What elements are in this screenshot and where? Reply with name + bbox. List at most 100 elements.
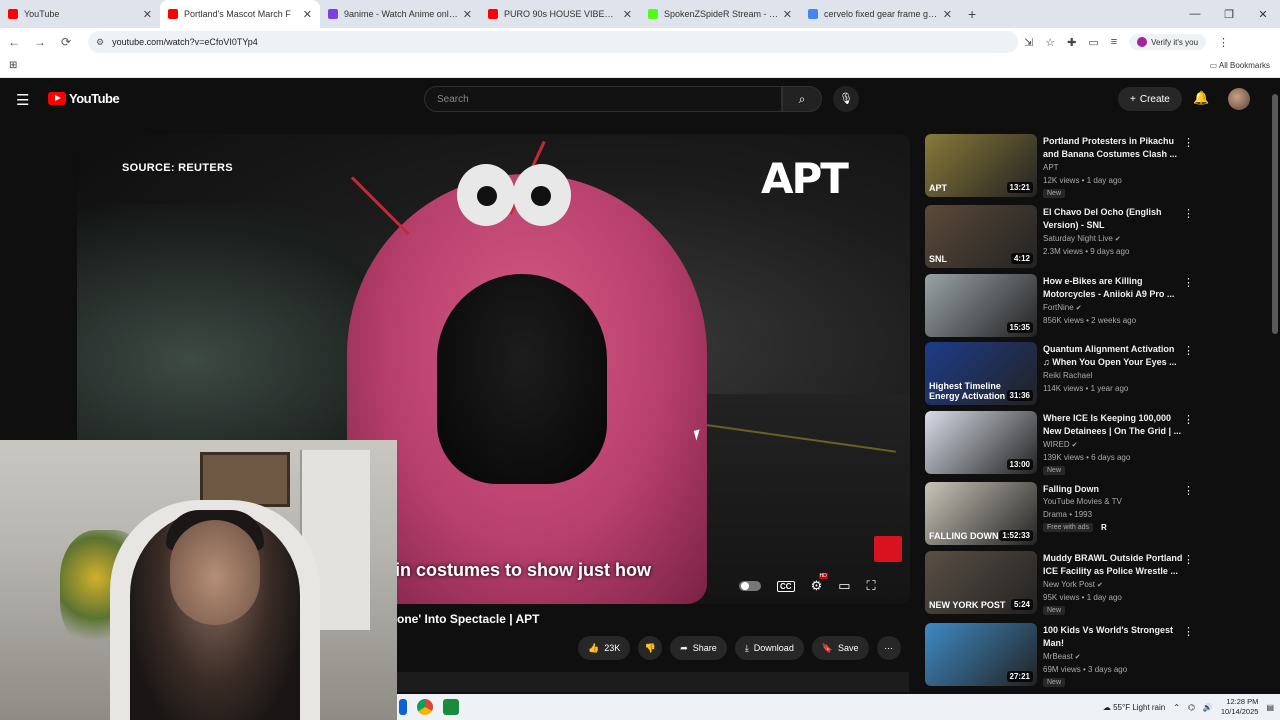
recommended-video-title[interactable]: Portland Protesters in Pikachu and Banan… [1043,135,1183,161]
page-scrollbar[interactable] [1270,80,1280,694]
more-options-icon[interactable]: ⋮ [1183,553,1194,566]
back-icon[interactable]: ← [2,35,26,49]
volume-icon[interactable]: 🔊 [1203,703,1213,712]
channel-name[interactable]: New York Post ✔ [1043,580,1103,589]
recommended-video[interactable]: 15:35 How e-Bikes are Killing Motorcycles… [925,274,1265,338]
tray-chevron-icon[interactable]: ⌃ [1173,703,1180,712]
channel-name[interactable]: Saturday Night Live ✔ [1043,234,1121,243]
close-window-icon[interactable]: ✕ [1246,8,1280,21]
more-options-icon[interactable]: ⋮ [1183,625,1194,638]
extensions-icon[interactable]: ✚ [1067,36,1076,49]
apps-grid-icon[interactable]: ⊞ [9,60,17,71]
close-tab-icon[interactable]: ✕ [623,8,632,21]
more-options-icon[interactable]: ⋮ [1183,136,1194,149]
channel-name[interactable]: APT [1043,163,1059,172]
video-thumbnail[interactable]: 27:21 [925,623,1037,686]
more-options-icon[interactable]: ⋮ [1183,484,1194,497]
account-avatar[interactable] [1228,88,1250,110]
maximize-icon[interactable]: ❐ [1212,8,1246,21]
fullscreen-icon[interactable]: ⛶ [867,578,876,594]
subscribe-watermark-button[interactable] [874,536,902,562]
recommended-video[interactable]: SNL 4:12 El Chavo Del Ocho (English Versio… [925,205,1265,269]
description-box[interactable] [397,672,909,692]
more-options-icon[interactable]: ⋮ [1183,344,1194,357]
video-thumbnail[interactable]: SNL 4:12 [925,205,1037,268]
settings-gear-icon[interactable]: ⚙ [811,573,828,594]
browser-tab[interactable]: YouTube ✕ [0,0,160,28]
sidebar-icon[interactable]: ▭ [1088,36,1098,49]
close-tab-icon[interactable]: ✕ [783,8,792,21]
close-tab-icon[interactable]: ✕ [463,8,472,21]
channel-name[interactable]: Reiki Rachael [1043,371,1092,380]
browser-tab[interactable]: PURO 90s HOUSE VIBES MIX / ✕ [480,0,640,28]
search-icon[interactable]: ⌕ [782,86,822,112]
channel-name[interactable]: MrBeast ✔ [1043,652,1081,661]
reload-icon[interactable]: ⟳ [54,35,78,49]
bookmark-star-icon[interactable]: ☆ [1045,36,1055,49]
outlook-icon[interactable] [399,699,407,715]
recommended-video[interactable]: FALLING DOWN 1:52:33 Falling Down YouTube M… [925,482,1265,546]
system-clock[interactable]: 12:28 PM 10/14/2025 [1221,697,1259,717]
media-controls-icon[interactable]: ≡ [1111,36,1117,48]
like-button[interactable]: 👍 23K [578,636,631,660]
url-field[interactable]: ⚙ youtube.com/watch?v=eCfoVI0TYp4 [88,31,1018,53]
save-button[interactable]: 🔖 Save [811,636,869,660]
create-button[interactable]: + Create [1118,87,1182,111]
channel-name[interactable]: FortNine ✔ [1043,303,1082,312]
recommended-video[interactable]: 13:00 Where ICE Is Keeping 100,000 New De… [925,411,1265,475]
video-thumbnail[interactable]: APT 13:21 [925,134,1037,197]
more-options-icon[interactable]: ⋮ [1183,276,1194,289]
recommended-video-title[interactable]: Where ICE Is Keeping 100,000 New Detaine… [1043,412,1183,438]
close-tab-icon[interactable]: ✕ [143,8,152,21]
recommended-video[interactable]: Highest Timeline Energy Activation 31:36 Q… [925,342,1265,406]
dislike-button[interactable]: 👎 [638,636,663,660]
forward-icon[interactable]: → [28,35,52,49]
new-tab-button[interactable]: + [960,6,984,22]
notifications-bell-icon[interactable]: 🔔 [1193,90,1209,106]
share-button[interactable]: ➦ Share [670,636,727,660]
chrome-icon[interactable] [417,699,433,715]
network-icon[interactable]: ⌬ [1188,703,1195,712]
video-thumbnail[interactable]: 15:35 [925,274,1037,337]
autoplay-toggle[interactable] [739,581,761,591]
hamburger-menu-icon[interactable]: ☰ [16,91,29,109]
close-tab-icon[interactable]: ✕ [943,8,952,21]
video-thumbnail[interactable]: NEW YORK POST 5:24 [925,551,1037,614]
download-button[interactable]: ⤓ Download [734,636,804,660]
all-bookmarks-button[interactable]: ▭ All Bookmarks [1210,61,1270,70]
site-info-icon[interactable]: ⚙ [96,37,104,48]
video-thumbnail[interactable]: 13:00 [925,411,1037,474]
video-thumbnail[interactable]: Highest Timeline Energy Activation 31:36 [925,342,1037,405]
youtube-logo[interactable]: YouTube [48,91,120,106]
weather-widget[interactable]: ☁ 55°F Light rain [1103,703,1165,712]
recommended-video[interactable]: NEW YORK POST 5:24 Muddy BRAWL Outside Por… [925,551,1265,615]
recommended-video-title[interactable]: How e-Bikes are Killing Motorcycles - An… [1043,275,1183,301]
recommended-video[interactable]: APT 13:21 Portland Protesters in Pikachu a… [925,134,1265,198]
channel-name[interactable]: YouTube Movies & TV [1043,497,1122,506]
captions-icon[interactable]: CC [777,580,795,592]
verify-account-button[interactable]: Verify it's you [1129,34,1207,50]
install-icon[interactable]: ⇲ [1024,36,1033,49]
chrome-menu-icon[interactable]: ⋮ [1218,36,1229,49]
search-input[interactable]: Search [424,86,782,112]
microphone-icon[interactable]: 🎙 [833,86,859,112]
recommended-video-title[interactable]: Quantum Alignment Activation ♫ When You … [1043,343,1183,369]
app-icon[interactable] [443,699,459,715]
minimize-icon[interactable]: — [1178,8,1212,20]
channel-name[interactable]: WIRED ✔ [1043,440,1078,449]
more-actions-button[interactable]: ⋯ [876,636,901,660]
recommended-video-title[interactable]: El Chavo Del Ocho (English Version) - SN… [1043,206,1183,232]
recommended-video-title[interactable]: 100 Kids Vs World's Strongest Man! [1043,624,1183,650]
browser-tab[interactable]: SpokenZSpideR Stream - Watch ✕ [640,0,800,28]
recommended-video[interactable]: 27:21 100 Kids Vs World's Strongest Man! M… [925,623,1265,687]
theater-mode-icon[interactable]: ▭ [838,578,850,594]
video-thumbnail[interactable]: FALLING DOWN 1:52:33 [925,482,1037,545]
scrollbar-thumb[interactable] [1272,94,1278,334]
recommended-video-title[interactable]: Muddy BRAWL Outside Portland ICE Facilit… [1043,552,1183,578]
browser-tab[interactable]: Portland's Mascot March F ✕ [160,0,320,28]
notification-center-icon[interactable]: ▤ [1266,703,1274,712]
more-options-icon[interactable]: ⋮ [1183,413,1194,426]
more-options-icon[interactable]: ⋮ [1183,207,1194,220]
browser-tab[interactable]: 9anime - Watch Anime online v ✕ [320,0,480,28]
close-tab-icon[interactable]: ✕ [303,8,312,21]
